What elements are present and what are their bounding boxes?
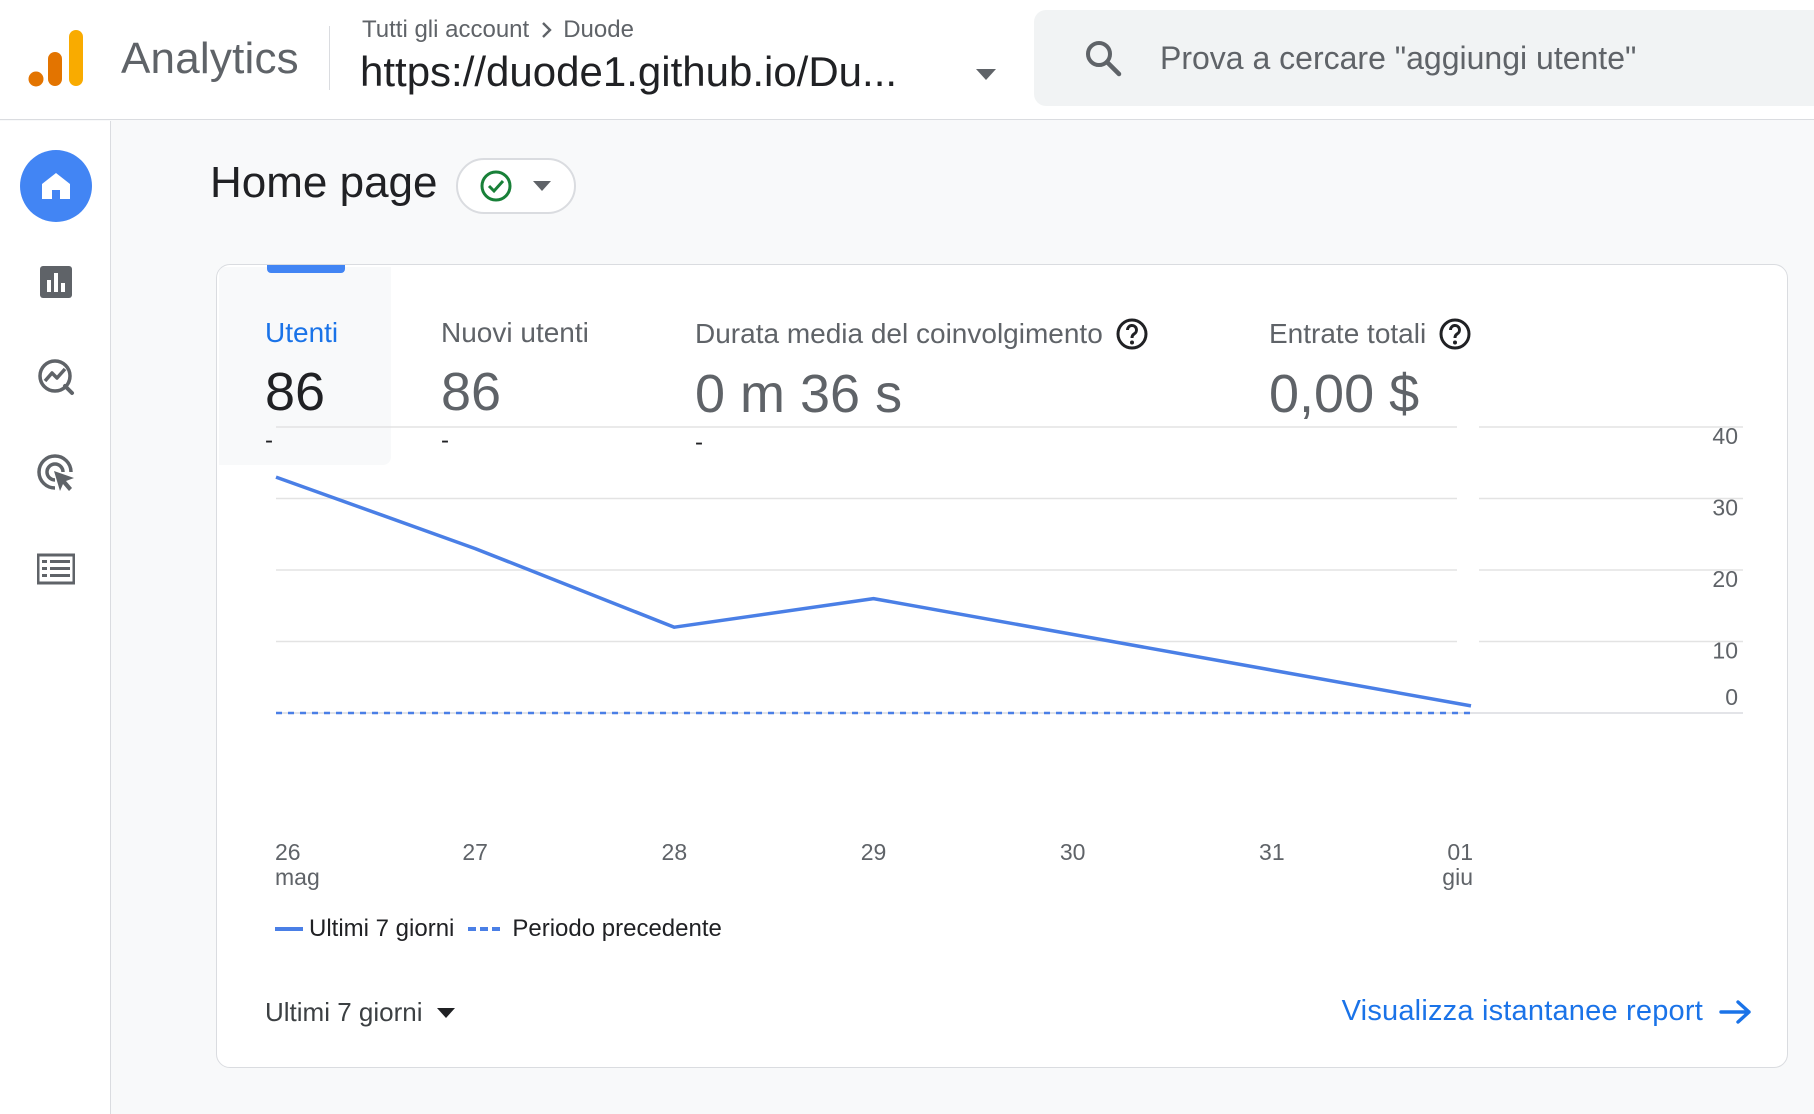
caret-down-icon xyxy=(436,1007,455,1018)
nav-reports[interactable] xyxy=(20,246,92,318)
y-tick-label: 40 xyxy=(1712,423,1738,449)
date-range-dropdown[interactable]: Ultimi 7 giorni xyxy=(265,997,457,1028)
app-name: Analytics xyxy=(121,34,299,83)
overview-card: Utenti 86 - Nuovi utenti 86 - Durata med… xyxy=(216,264,1788,1068)
bar-chart-icon xyxy=(40,266,72,298)
check-circle-icon xyxy=(480,170,512,202)
advertising-icon xyxy=(37,454,74,491)
legend-swatch-dashed xyxy=(468,927,501,931)
property-selector[interactable]: https://duode1.github.io/Du... xyxy=(360,48,897,96)
legend-label-previous: Periodo precedente xyxy=(512,915,722,942)
home-icon xyxy=(42,173,70,199)
nav-advertising[interactable] xyxy=(20,437,92,509)
chevron-right-icon xyxy=(541,21,553,39)
x-tick-label: 31 xyxy=(1259,839,1285,865)
y-tick-label: 30 xyxy=(1712,495,1738,521)
search-input[interactable] xyxy=(1160,39,1760,77)
arrow-right-icon xyxy=(1719,999,1751,1024)
x-tick-label: 28 xyxy=(662,839,688,865)
chart-legend: Ultimi 7 giorni Periodo precedente xyxy=(275,915,722,943)
page-title: Home page xyxy=(210,158,438,207)
x-tick-label: 29 xyxy=(861,839,887,865)
x-tick-label: 30 xyxy=(1060,839,1086,865)
breadcrumb[interactable]: Tutti gli account Duode xyxy=(362,16,634,44)
y-tick-label: 0 xyxy=(1725,684,1738,710)
report-link-label: Visualizza istantanee report xyxy=(1341,995,1703,1027)
side-nav xyxy=(0,121,111,1114)
nav-configure[interactable] xyxy=(20,533,92,605)
top-bar: Analytics Tutti gli account Duode https:… xyxy=(0,0,1814,120)
analytics-logo-icon[interactable] xyxy=(28,28,86,88)
list-icon xyxy=(37,553,75,585)
y-tick-label: 20 xyxy=(1712,566,1738,592)
date-range-label: Ultimi 7 giorni xyxy=(265,997,423,1027)
nav-explore[interactable] xyxy=(20,341,92,413)
users-line-chart: 40 30 20 10 0 26mag 27 28 29 30 31 01giu xyxy=(275,423,1743,890)
breadcrumb-root[interactable]: Tutti gli account xyxy=(362,16,529,44)
caret-down-icon xyxy=(533,181,551,191)
series-line-current xyxy=(275,475,1472,708)
caret-down-icon[interactable] xyxy=(972,64,1000,84)
header-divider xyxy=(329,26,330,90)
search-icon[interactable] xyxy=(1082,37,1124,79)
explore-icon xyxy=(38,359,74,395)
x-tick-label: 01 xyxy=(1447,839,1473,865)
legend-swatch-solid xyxy=(275,927,303,931)
breadcrumb-account[interactable]: Duode xyxy=(563,16,634,44)
x-tick-sublabel: mag xyxy=(275,864,320,890)
y-tick-label: 10 xyxy=(1712,638,1738,664)
view-report-snapshot-link[interactable]: Visualizza istantanee report xyxy=(1342,995,1753,1028)
x-tick-sublabel: giu xyxy=(1442,864,1473,890)
search-bar[interactable] xyxy=(1034,10,1814,106)
nav-home[interactable] xyxy=(20,150,92,222)
x-tick-label: 27 xyxy=(462,839,488,865)
status-chip[interactable] xyxy=(456,158,576,214)
legend-label-current: Ultimi 7 giorni xyxy=(309,915,455,942)
x-tick-label: 26 xyxy=(275,839,301,865)
